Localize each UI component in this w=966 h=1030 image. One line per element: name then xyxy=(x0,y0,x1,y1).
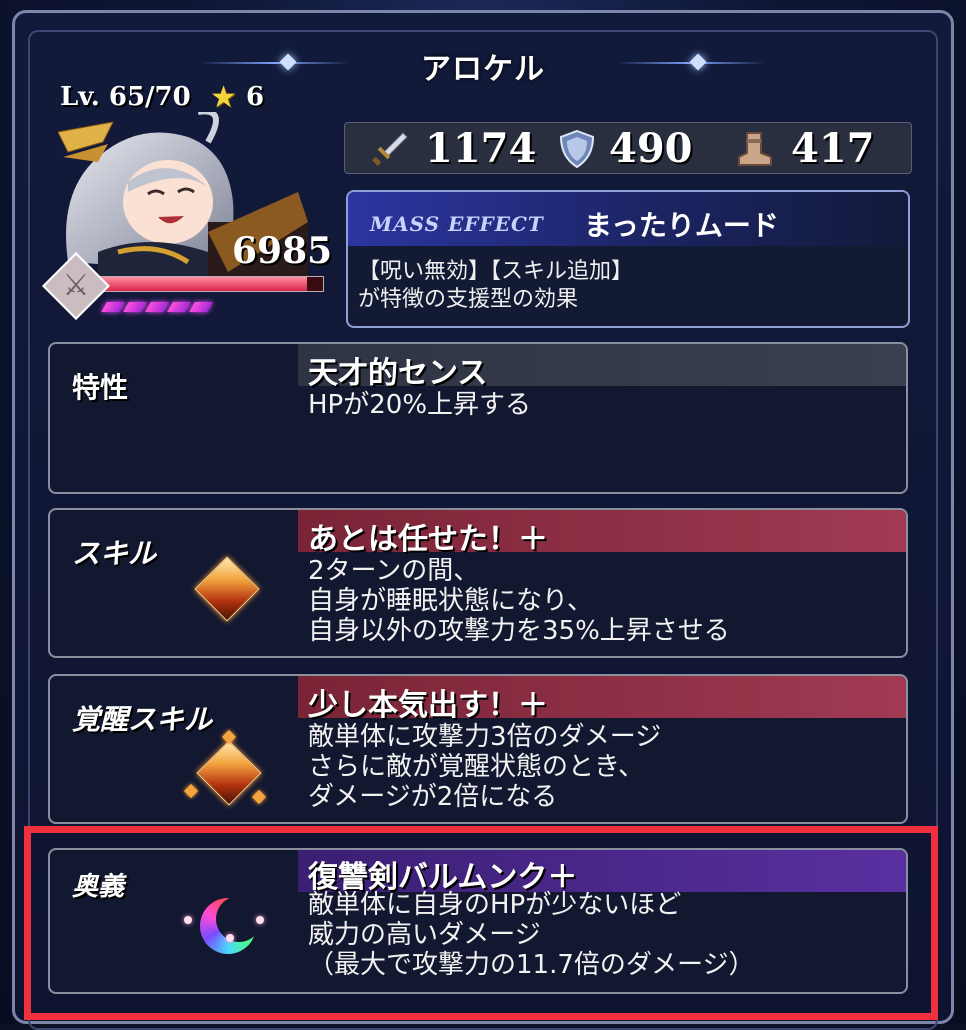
mass-effect-label: MASS EFFECT xyxy=(370,212,544,236)
hp-value: 6985 xyxy=(232,230,333,272)
hp-bar xyxy=(96,276,324,292)
skill-name: あとは任せた！＋ xyxy=(308,522,548,557)
stats-bar: 1174 490 417 xyxy=(344,122,912,174)
sword-icon xyxy=(372,132,408,166)
mass-effect-name: まったりムード xyxy=(584,209,779,242)
awakening-gauge xyxy=(101,302,213,312)
star-icon: ★ xyxy=(210,80,237,115)
speed-value: 417 xyxy=(791,125,875,172)
defense-value: 490 xyxy=(609,125,693,172)
awakened-gem-spark xyxy=(251,789,267,805)
trait-description: HPが20%上昇する xyxy=(308,390,532,420)
skill-description: 2ターンの間、 自身が睡眠状態になり、 自身以外の攻撃力を35%上昇させる xyxy=(308,556,730,646)
trait-panel[interactable]: 特性 天才的センス HPが20%上昇する xyxy=(48,342,908,494)
awakened-skill-label: 覚醒スキル xyxy=(72,703,213,736)
gauge-segment xyxy=(123,302,147,312)
skill-gem-icon xyxy=(194,556,260,622)
sword-class-icon: ⚔ xyxy=(62,268,90,303)
gauge-segment xyxy=(189,302,213,312)
awakened-gem-spark xyxy=(221,729,237,745)
gauge-segment xyxy=(167,302,191,312)
boot-icon xyxy=(738,132,772,166)
shield-icon xyxy=(559,129,595,169)
trait-name: 天才的センス xyxy=(308,356,488,391)
awakened-skill-name: 少し本気出す！＋ xyxy=(308,688,548,723)
hp-bar-fill xyxy=(97,277,308,291)
star-count: 6 xyxy=(246,82,265,112)
mass-effect-panel[interactable]: MASS EFFECT まったりムード 【呪い無効】【スキル追加】 が特徴の支援… xyxy=(346,190,910,328)
awakened-skill-panel[interactable]: 覚醒スキル 少し本気出す！＋ 敵単体に攻撃力3倍のダメージ さらに敵が覚醒状態の… xyxy=(48,674,908,824)
level-text: Lv. 65/70 xyxy=(60,82,191,112)
gauge-segment xyxy=(101,302,125,312)
ultimate-highlight-box xyxy=(24,826,938,1020)
skill-panel[interactable]: スキル あとは任せた！＋ 2ターンの間、 自身が睡眠状態になり、 自身以外の攻撃… xyxy=(48,508,908,658)
mass-effect-desc-line: が特徴の支援型の効果 xyxy=(358,287,579,312)
mass-effect-description: 【呪い無効】【スキル追加】 が特徴の支援型の効果 xyxy=(358,258,633,314)
attack-value: 1174 xyxy=(425,125,537,172)
skill-label: スキル xyxy=(72,537,157,570)
mass-effect-desc-line: 【呪い無効】【スキル追加】 xyxy=(358,259,634,284)
awakened-skill-description: 敵単体に攻撃力3倍のダメージ さらに敵が覚醒状態のとき、 ダメージが2倍になる xyxy=(308,722,662,812)
trait-label: 特性 xyxy=(72,371,129,404)
gauge-segment xyxy=(145,302,169,312)
awakened-gem-spark xyxy=(183,783,199,799)
